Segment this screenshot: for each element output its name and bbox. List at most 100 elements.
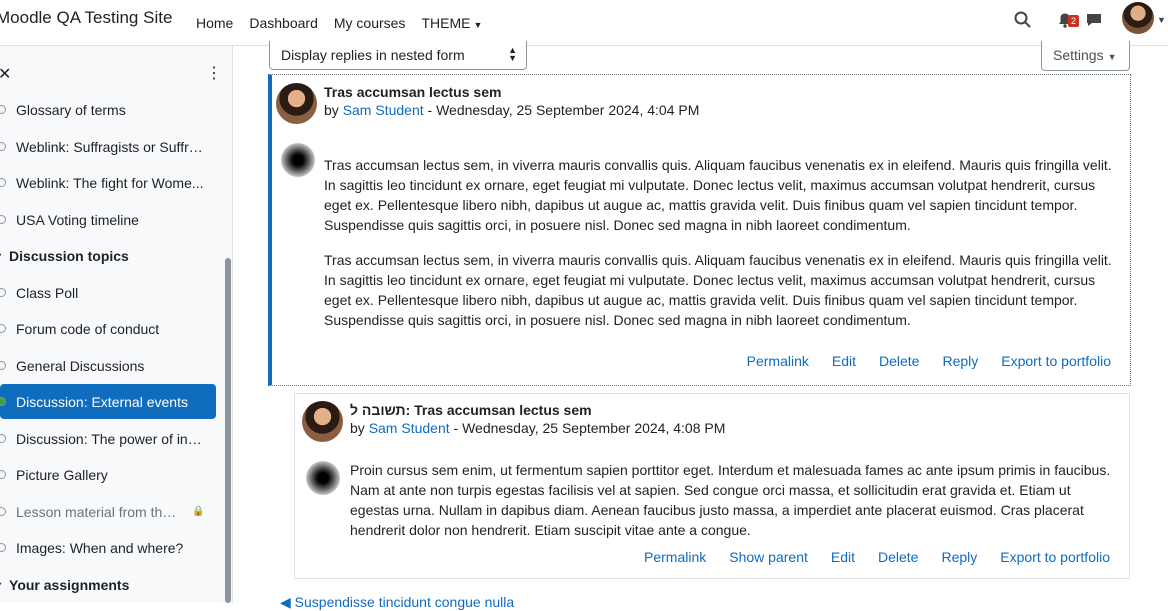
author-avatar[interactable]	[276, 83, 317, 124]
post-content: Tras accumsan lectus sem, in viverra mau…	[324, 155, 1126, 345]
forum-reply-post: תשובה ל: Tras accumsan lectus sem by Sam…	[294, 393, 1130, 579]
user-avatar[interactable]	[1122, 2, 1154, 34]
delete-link[interactable]: Delete	[878, 549, 918, 565]
completion-circle-icon	[0, 288, 6, 297]
post-content: Proin cursus sem enim, ut fermentum sapi…	[350, 460, 1122, 555]
permalink-link[interactable]: Permalink	[644, 549, 706, 565]
reply-link[interactable]: Reply	[942, 353, 978, 369]
course-index-item[interactable]: Picture Gallery	[0, 457, 216, 492]
post-actions: Permalink Edit Delete Reply Export to po…	[724, 353, 1111, 369]
item-label: Weblink: Suffragists or Suffra...	[16, 138, 208, 155]
nav-home[interactable]: Home	[196, 15, 233, 31]
item-label: General Discussions	[16, 357, 145, 374]
post-subject: תשובה ל: Tras accumsan lectus sem	[350, 402, 592, 418]
post-subject: Tras accumsan lectus sem	[324, 84, 502, 100]
reply-link[interactable]: Reply	[941, 549, 977, 565]
site-name[interactable]: Moodle QA Testing Site	[0, 8, 172, 28]
select-arrows-icon: ▲ ▼	[508, 45, 517, 63]
chevron-down-icon: ▾	[0, 251, 1, 262]
edit-link[interactable]: Edit	[831, 549, 855, 565]
chat-icon[interactable]	[1084, 10, 1108, 34]
by-label: by	[350, 420, 365, 436]
course-index-item[interactable]: Weblink: The fight for Wome...	[0, 165, 216, 200]
item-label: Forum code of conduct	[16, 320, 160, 337]
section-label: Your assignments	[9, 577, 130, 593]
course-index-item[interactable]: Discussion: The power of indi...	[0, 421, 216, 456]
author-avatar[interactable]	[302, 401, 343, 442]
notification-count-badge: 2	[1068, 15, 1079, 27]
group-picture	[281, 143, 315, 177]
nav-my-courses[interactable]: My courses	[334, 15, 406, 31]
completion-circle-icon	[0, 507, 6, 516]
completion-circle-icon	[0, 361, 6, 370]
completion-circle-icon	[0, 105, 6, 114]
item-label: Class Poll	[16, 284, 79, 301]
by-label: by	[324, 102, 339, 118]
forum-post: Tras accumsan lectus sem by Sam Student …	[268, 74, 1131, 386]
search-icon[interactable]	[1013, 10, 1037, 34]
primary-navigation: Home Dashboard My courses THEME ▼	[196, 0, 498, 46]
group-picture	[306, 461, 340, 495]
display-mode-select[interactable]: Display replies in nested form ▲ ▼	[269, 41, 527, 70]
completion-circle-icon	[0, 324, 6, 333]
item-label: Images: When and where?	[16, 539, 184, 556]
post-date: - Wednesday, 25 September 2024, 4:04 PM	[427, 102, 700, 118]
post-date: - Wednesday, 25 September 2024, 4:08 PM	[453, 420, 726, 436]
show-parent-link[interactable]: Show parent	[729, 549, 808, 565]
author-link[interactable]: Sam Student	[369, 420, 450, 436]
chevron-down-icon: ▼	[1107, 52, 1117, 62]
nav-theme-menu[interactable]: THEME ▼	[421, 15, 482, 31]
close-icon[interactable]: ✕	[0, 64, 11, 84]
completion-circle-icon	[0, 397, 6, 406]
chevron-down-icon: ▾	[0, 580, 1, 591]
course-index-item[interactable]: General Discussions	[0, 348, 216, 383]
item-label: Discussion: External events	[16, 393, 188, 410]
post-byline: by Sam Student - Wednesday, 25 September…	[350, 420, 725, 436]
edit-link[interactable]: Edit	[832, 353, 856, 369]
course-index-item-active[interactable]: Discussion: External events	[0, 384, 216, 419]
post-actions: Permalink Show parent Edit Delete Reply …	[621, 549, 1110, 565]
chevron-down-icon[interactable]: ▼	[1157, 15, 1166, 25]
course-index-item[interactable]: Glossary of terms	[0, 92, 216, 127]
settings-dropdown-button[interactable]: Settings ▼	[1041, 41, 1130, 71]
post-paragraph: Proin cursus sem enim, ut fermentum sapi…	[350, 462, 1111, 538]
settings-label: Settings	[1053, 47, 1104, 63]
course-index-drawer: ✕ ⋮ Glossary of terms Weblink: Suffragis…	[0, 46, 233, 603]
course-index-item[interactable]: Weblink: Suffragists or Suffra...	[0, 129, 216, 164]
item-label: USA Voting timeline	[16, 211, 139, 228]
delete-link[interactable]: Delete	[879, 353, 919, 369]
drawer-scrollbar[interactable]	[225, 258, 231, 603]
post-byline: by Sam Student - Wednesday, 25 September…	[324, 102, 699, 118]
completion-circle-icon	[0, 178, 6, 187]
item-label: Glossary of terms	[16, 101, 126, 118]
completion-circle-icon	[0, 142, 6, 151]
section-label: Discussion topics	[9, 248, 129, 264]
export-portfolio-link[interactable]: Export to portfolio	[1000, 549, 1110, 565]
course-index-item-locked[interactable]: Lesson material from the ... 🔒	[0, 494, 216, 529]
author-link[interactable]: Sam Student	[343, 102, 424, 118]
permalink-link[interactable]: Permalink	[747, 353, 809, 369]
completion-circle-icon	[0, 543, 6, 552]
course-index-section[interactable]: ▾ Your assignments	[0, 570, 212, 600]
export-portfolio-link[interactable]: Export to portfolio	[1001, 353, 1111, 369]
post-paragraph: Tras accumsan lectus sem, in viverra mau…	[324, 157, 1112, 233]
course-index-item[interactable]: Class Poll	[0, 275, 216, 310]
item-label: Discussion: The power of indi...	[16, 430, 208, 447]
completion-circle-icon	[0, 470, 6, 479]
kebab-icon[interactable]: ⋮	[206, 63, 222, 83]
lock-icon: 🔒	[192, 506, 205, 517]
chevron-down-icon: ▼	[473, 20, 483, 30]
course-index-item[interactable]: Images: When and where?	[0, 530, 216, 565]
item-label: Picture Gallery	[16, 466, 108, 483]
post-paragraph: Tras accumsan lectus sem, in viverra mau…	[324, 252, 1112, 328]
nav-theme-label: THEME	[421, 15, 471, 31]
course-index-item[interactable]: USA Voting timeline	[0, 202, 216, 237]
nav-dashboard[interactable]: Dashboard	[249, 15, 318, 31]
display-mode-value: Display replies in nested form	[281, 47, 465, 63]
course-index-item[interactable]: Forum code of conduct	[0, 311, 216, 346]
drawer-header: ✕ ⋮	[0, 60, 222, 86]
completion-circle-icon	[0, 215, 6, 224]
completion-circle-icon	[0, 434, 6, 443]
top-navbar: Moodle QA Testing Site Home Dashboard My…	[0, 0, 1168, 46]
course-index-section[interactable]: ▾ Discussion topics	[0, 241, 212, 271]
